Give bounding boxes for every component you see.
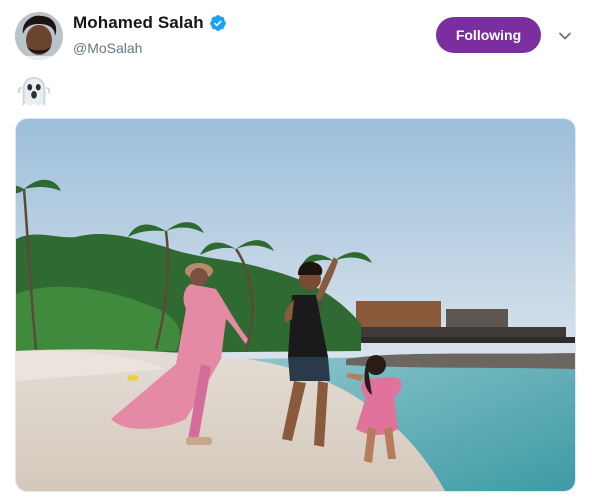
author-display-name[interactable]: Mohamed Salah bbox=[73, 13, 204, 33]
ghost-emoji bbox=[17, 76, 51, 107]
profile-avatar[interactable] bbox=[15, 12, 63, 60]
beach-photo[interactable] bbox=[15, 118, 576, 492]
following-button[interactable]: Following bbox=[436, 17, 541, 53]
author-handle[interactable]: @MoSalah bbox=[73, 40, 142, 56]
chevron-down-icon[interactable] bbox=[557, 28, 573, 44]
verified-badge-icon bbox=[209, 15, 226, 31]
author-name-row[interactable]: Mohamed Salah bbox=[73, 13, 227, 33]
